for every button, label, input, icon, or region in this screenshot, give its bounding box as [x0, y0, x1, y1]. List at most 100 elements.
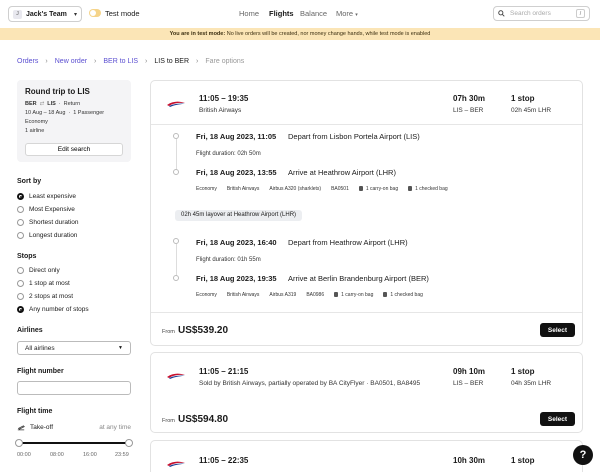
flight-times: 11:05 – 21:15	[199, 367, 249, 376]
stops-option-direct[interactable]: Direct only	[17, 267, 60, 274]
segment-arrival-datetime: Fri, 18 Aug 2023, 19:35	[196, 274, 277, 283]
takeoff-slider-start-handle[interactable]	[15, 439, 23, 447]
tag-carry-on: 1 carry-on bag	[358, 186, 398, 192]
test-mode-banner: You are in test mode: No live orders wil…	[0, 28, 600, 40]
trip-dates: 10 Aug – 18 Aug	[25, 110, 66, 116]
team-switcher[interactable]: J Jack's Team ▾	[8, 6, 82, 22]
radio[interactable]	[17, 206, 24, 213]
dot-separator: ·	[68, 110, 71, 116]
nav-link-balance[interactable]: Balance	[300, 9, 327, 18]
flight-route: LIS – BER	[453, 380, 484, 387]
chevron-down-icon: ▼	[118, 345, 123, 351]
segment-departure-airport: Depart from Lisbon Portela Airport (LIS)	[288, 132, 420, 141]
chevron-right-icon: ›	[45, 58, 48, 65]
stops-option-label: 1 stop at most	[29, 280, 70, 287]
price: US$594.80	[178, 414, 229, 425]
tick-label: 08:00	[50, 452, 64, 458]
sort-option-most-expensive[interactable]: Most Expensive	[17, 206, 75, 213]
search-box[interactable]: /	[493, 6, 590, 21]
edit-search-button[interactable]: Edit search	[25, 143, 123, 156]
stops-option-2-stops[interactable]: 2 stops at most	[17, 293, 73, 300]
price: US$539.20	[178, 325, 229, 336]
segment-departure-datetime: Fri, 18 Aug 2023, 11:05	[196, 132, 277, 141]
segment-dot	[173, 275, 179, 281]
radio[interactable]	[17, 232, 24, 239]
search-shortcut-key: /	[576, 9, 585, 18]
segment-flight-duration: Flight duration: 01h 55m	[196, 257, 261, 263]
segment-arrival-airport: Arrive at Berlin Brandenburg Airport (BE…	[288, 274, 429, 283]
trip-destination: LIS	[47, 101, 56, 107]
takeoff-label: Take-off	[30, 424, 54, 431]
tick-label: 00:00	[17, 452, 31, 458]
takeoff-slider-end-handle[interactable]	[125, 439, 133, 447]
search-input[interactable]	[510, 10, 570, 17]
round-trip-icon: ⇄	[39, 101, 45, 107]
tag-checked-bag: 1 checked bag	[408, 186, 448, 192]
bag-icon	[358, 186, 363, 191]
divider	[151, 312, 582, 313]
nav-link-more[interactable]: More ▾	[336, 9, 358, 18]
chevron-right-icon: ›	[196, 58, 199, 65]
stops-count: 1 stop	[511, 94, 535, 103]
breadcrumb-lis-to-ber: LIS to BER	[154, 58, 190, 65]
nav-link-flights[interactable]: Flights	[269, 9, 294, 18]
airlines-select[interactable]: All airlines ▼	[17, 341, 131, 355]
radio[interactable]	[17, 280, 24, 287]
banner-text: No live orders will be created, nor mone…	[225, 31, 431, 37]
select-button[interactable]: Select	[540, 323, 575, 337]
tag-carry-on: 1 carry-on bag	[334, 292, 373, 298]
stops-option-1-stop[interactable]: 1 stop at most	[17, 280, 70, 287]
radio-selected[interactable]	[17, 306, 24, 313]
trip-passengers: 1 Passenger	[73, 110, 105, 116]
team-avatar: J	[13, 9, 22, 19]
radio[interactable]	[17, 219, 24, 226]
radio[interactable]	[17, 267, 24, 274]
trip-cabin: Economy	[25, 119, 48, 125]
trip-summary-card: Round trip to LIS BER ⇄ LIS · Return 10 …	[17, 80, 131, 162]
flight-number-input[interactable]	[17, 381, 131, 395]
help-button[interactable]: ?	[573, 445, 593, 465]
segment-line	[176, 244, 177, 278]
sort-option-shortest-duration[interactable]: Shortest duration	[17, 219, 79, 226]
breadcrumb-ber-to-lis[interactable]: BER to LIS	[103, 58, 138, 65]
trip-route: BER ⇄ LIS · Return	[25, 100, 123, 109]
takeoff-icon	[17, 425, 25, 431]
tag-carrier: British Airways	[226, 292, 260, 298]
tag-cabin: Economy	[196, 292, 217, 298]
radio-selected[interactable]	[17, 193, 24, 200]
chevron-down-icon: ▾	[73, 11, 77, 18]
sort-option-least-expensive[interactable]: Least expensive	[17, 193, 76, 200]
nav-link-home[interactable]: Home	[239, 9, 259, 18]
breadcrumb-orders[interactable]: Orders	[17, 58, 38, 65]
tag-cabin: Economy	[196, 186, 217, 192]
stop-detail: 02h 45m LHR	[511, 107, 552, 114]
tag-checked-bag: 1 checked bag	[383, 292, 423, 298]
radio[interactable]	[17, 293, 24, 300]
segment-dot	[173, 133, 179, 139]
trip-airlines: 1 airline	[25, 128, 45, 134]
segment-dot	[173, 238, 179, 244]
flight-duration: 07h 30m	[453, 94, 486, 103]
breadcrumb-new-order[interactable]: New order	[55, 58, 87, 65]
takeoff-slider-track[interactable]	[19, 442, 129, 444]
airlines-title: Airlines	[17, 327, 43, 334]
segment-arrival-airport: Arrive at Heathrow Airport (LHR)	[288, 168, 396, 177]
tag-aircraft: Airbus A320 (sharklets)	[269, 186, 322, 192]
sort-option-label: Most Expensive	[29, 206, 75, 213]
stops-option-any[interactable]: Any number of stops	[17, 306, 89, 313]
flight-times: 11:05 – 19:35	[199, 94, 249, 103]
airline-name: Sold by British Airways, partially opera…	[199, 380, 421, 387]
sort-option-longest-duration[interactable]: Longest duration	[17, 232, 77, 239]
airlines-select-value: All airlines	[25, 344, 55, 352]
segment-tags: Economy British Airways Airbus A319 BA09…	[196, 292, 423, 298]
search-icon	[498, 10, 505, 17]
test-mode-label: Test mode	[105, 9, 140, 18]
tick-label: 16:00	[83, 452, 97, 458]
flight-number-title: Flight number	[17, 368, 64, 375]
segment-flight-duration: Flight duration: 02h 50m	[196, 151, 261, 157]
layover-badge: 02h 45m layover at Heathrow Airport (LHR…	[175, 210, 303, 221]
british-airways-logo	[167, 101, 185, 107]
flight-duration: 09h 10m	[453, 367, 486, 376]
select-button[interactable]: Select	[540, 412, 575, 426]
test-mode-toggle[interactable]	[89, 9, 101, 17]
